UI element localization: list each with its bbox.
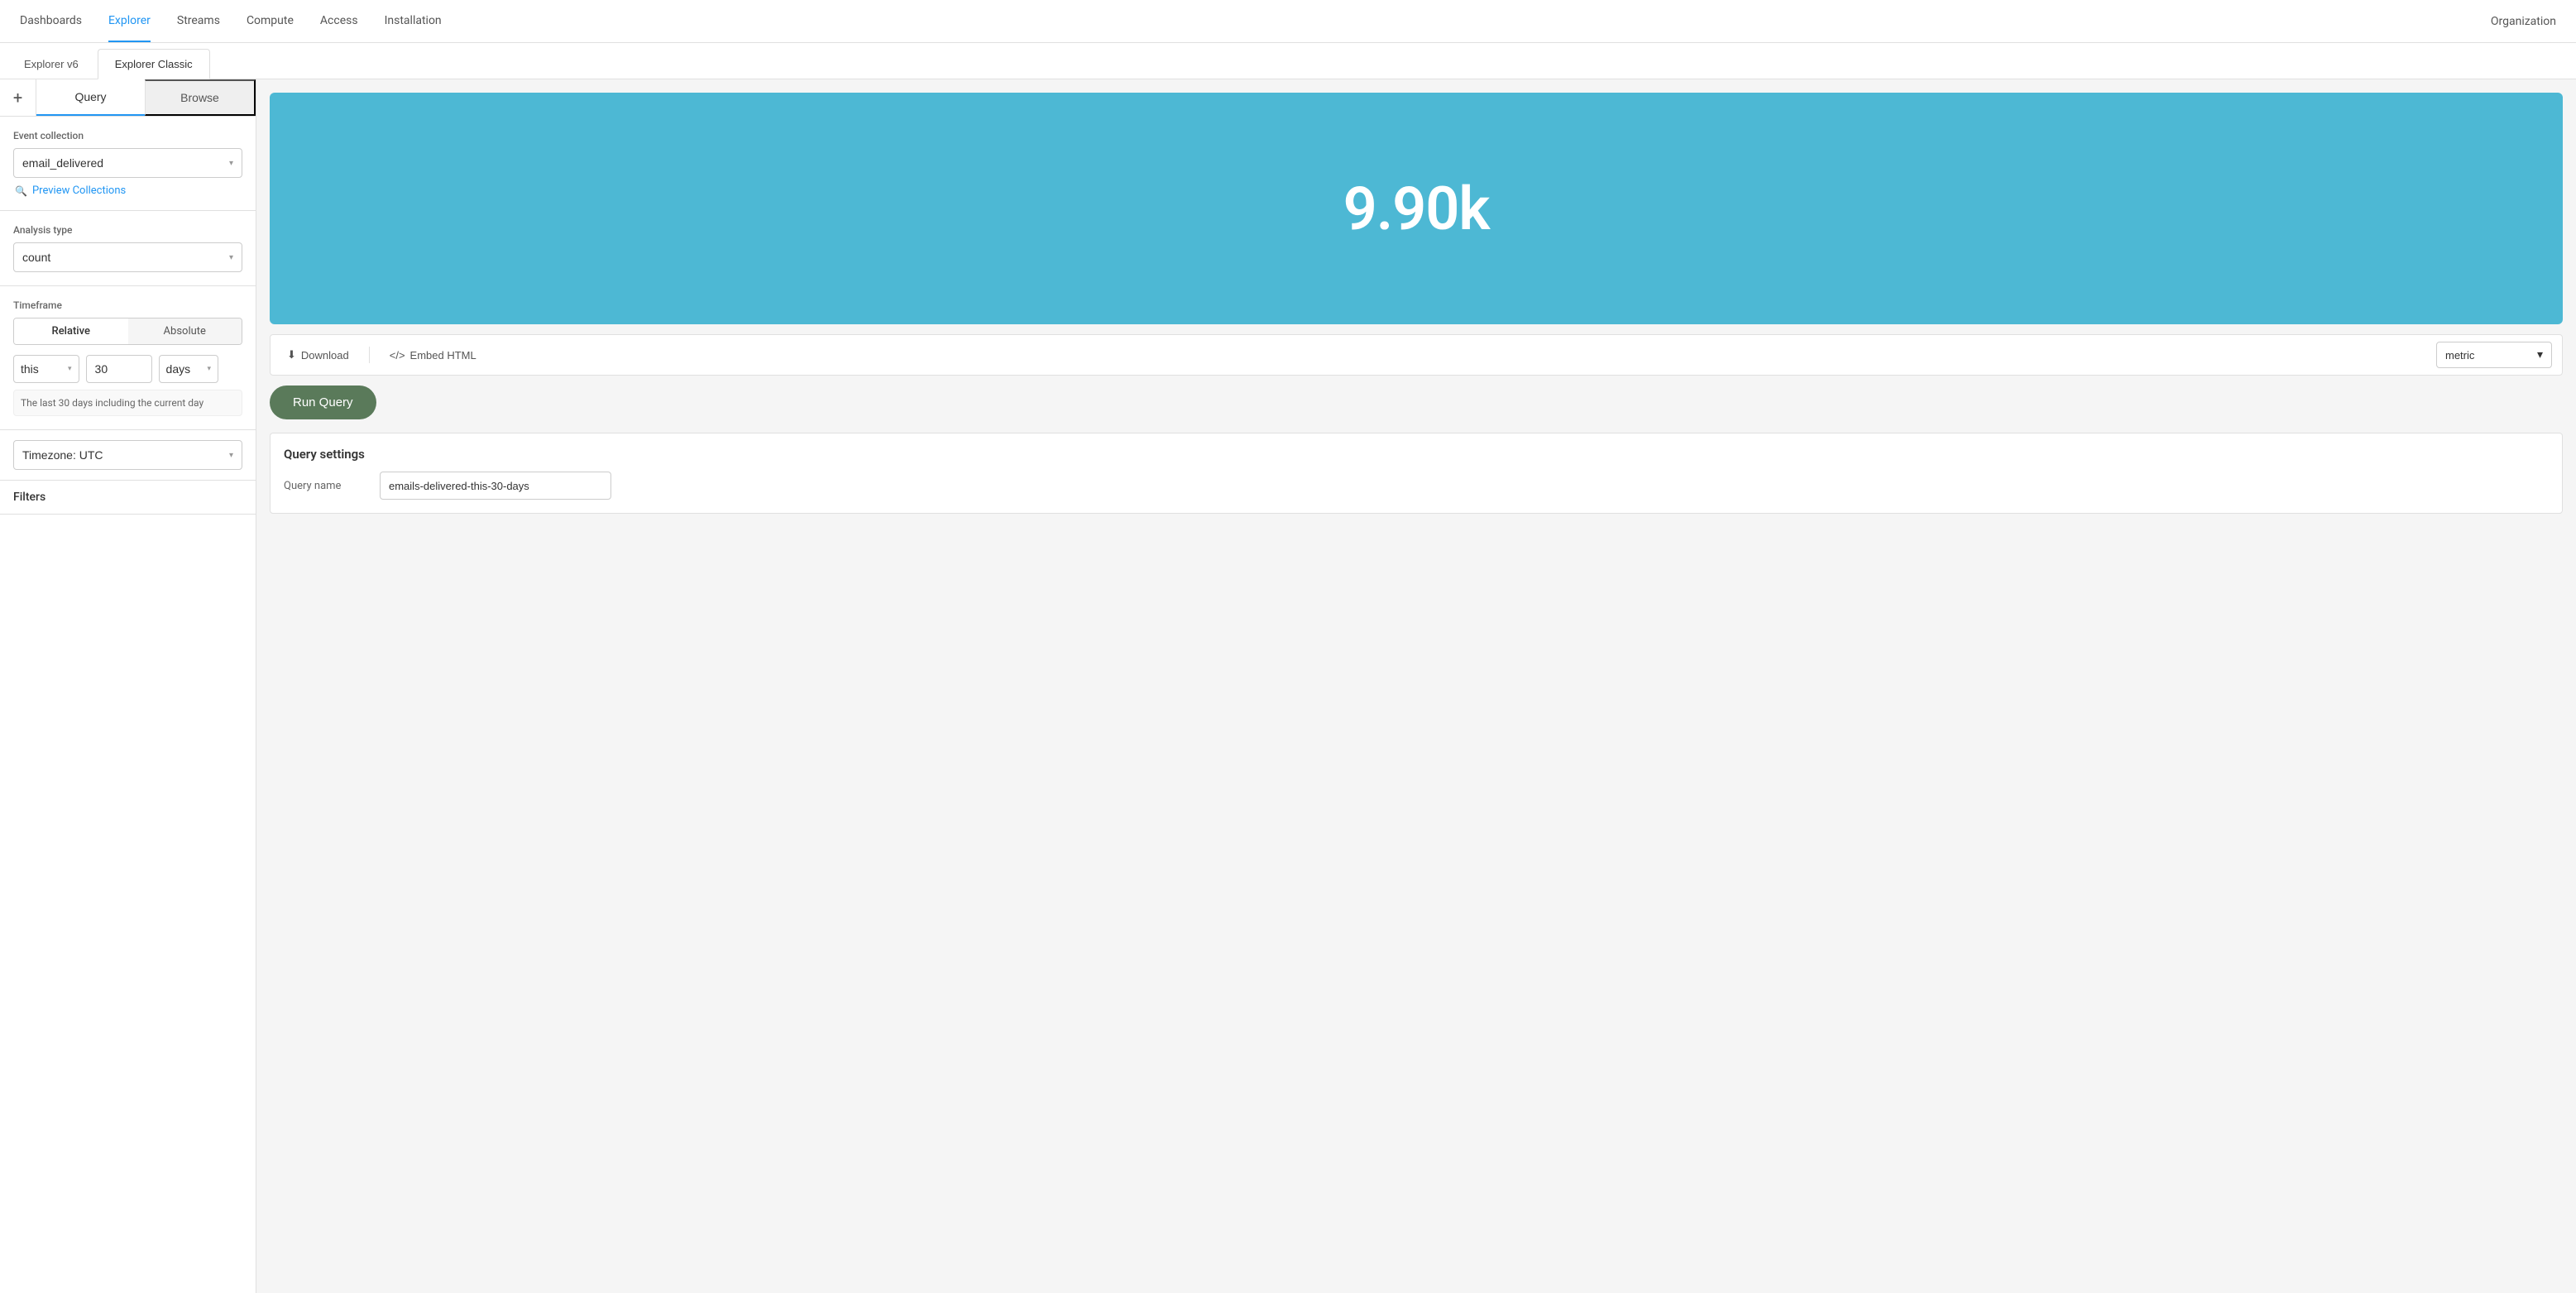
query-settings-title: Query settings bbox=[284, 447, 2549, 462]
query-name-input[interactable] bbox=[380, 472, 611, 500]
timezone-select[interactable]: Timezone: UTC US/Eastern US/Pacific bbox=[22, 448, 229, 462]
event-collection-arrow: ▾ bbox=[229, 159, 233, 168]
timeframe-absolute-tab[interactable]: Absolute bbox=[128, 318, 242, 344]
analysis-type-select-wrapper[interactable]: count sum average maximum minimum ▾ bbox=[13, 242, 242, 272]
nav-access[interactable]: Access bbox=[320, 1, 358, 42]
timeframe-relative-tab[interactable]: Relative bbox=[14, 318, 128, 344]
nav-installation[interactable]: Installation bbox=[385, 1, 442, 42]
query-tab[interactable]: Query bbox=[36, 79, 145, 116]
sub-tabs: Explorer v6 Explorer Classic bbox=[0, 43, 2576, 79]
toolbar-divider-1 bbox=[369, 347, 370, 363]
browse-tab[interactable]: Browse bbox=[145, 79, 256, 116]
nav-streams[interactable]: Streams bbox=[177, 1, 220, 42]
nav-items: Dashboards Explorer Streams Compute Acce… bbox=[20, 1, 2491, 42]
viz-select-wrapper[interactable]: metric line chart bar chart table ▾ bbox=[2436, 342, 2552, 368]
event-collection-label: Event collection bbox=[13, 130, 242, 141]
event-collection-section: Event collection email_delivered email_o… bbox=[0, 117, 256, 211]
days-arrow: ▾ bbox=[208, 365, 212, 373]
nav-compute[interactable]: Compute bbox=[247, 1, 294, 42]
query-browse-bar: + Query Browse bbox=[0, 79, 256, 117]
download-icon: ⬇ bbox=[287, 348, 296, 362]
left-panel: + Query Browse Event collection email_de… bbox=[0, 79, 256, 1293]
query-name-label: Query name bbox=[284, 480, 366, 492]
event-collection-select[interactable]: email_delivered email_opened email_click… bbox=[22, 156, 229, 170]
relative-row: this previous last ▾ days weeks months y… bbox=[13, 355, 242, 383]
this-select-wrapper[interactable]: this previous last ▾ bbox=[13, 355, 79, 383]
filters-section: Filters bbox=[0, 481, 256, 515]
viz-arrow: ▾ bbox=[2537, 348, 2543, 362]
this-select[interactable]: this previous last bbox=[21, 362, 65, 376]
tab-explorer-classic[interactable]: Explorer Classic bbox=[98, 49, 210, 79]
nav-dashboards[interactable]: Dashboards bbox=[20, 1, 82, 42]
days-select[interactable]: days weeks months years bbox=[166, 362, 204, 376]
analysis-type-label: Analysis type bbox=[13, 224, 242, 236]
download-label: Download bbox=[301, 349, 349, 362]
viz-select[interactable]: metric line chart bar chart table bbox=[2445, 349, 2537, 362]
search-icon: 🔍 bbox=[15, 185, 27, 197]
analysis-type-select[interactable]: count sum average maximum minimum bbox=[22, 251, 229, 264]
embed-icon: </> bbox=[390, 349, 405, 362]
main-layout: + Query Browse Event collection email_de… bbox=[0, 79, 2576, 1293]
timezone-section: Timezone: UTC US/Eastern US/Pacific ▾ bbox=[0, 430, 256, 481]
right-panel: 9.90k ⬇ Download </> Embed HTML metric l… bbox=[256, 79, 2576, 1293]
event-collection-select-wrapper[interactable]: email_delivered email_opened email_click… bbox=[13, 148, 242, 178]
nav-explorer[interactable]: Explorer bbox=[108, 1, 151, 42]
embed-html-label: Embed HTML bbox=[410, 349, 476, 362]
this-arrow: ▾ bbox=[68, 365, 72, 373]
query-settings: Query settings Query name bbox=[270, 433, 2563, 514]
download-button[interactable]: ⬇ Download bbox=[280, 345, 356, 365]
timeframe-number-input[interactable] bbox=[86, 355, 152, 383]
days-select-wrapper[interactable]: days weeks months years ▾ bbox=[159, 355, 219, 383]
tab-explorer-v6[interactable]: Explorer v6 bbox=[7, 49, 96, 79]
settings-row: Query name bbox=[284, 472, 2549, 500]
top-nav: Dashboards Explorer Streams Compute Acce… bbox=[0, 0, 2576, 43]
plus-button[interactable]: + bbox=[0, 79, 36, 116]
timeframe-tabs: Relative Absolute bbox=[13, 318, 242, 345]
timezone-select-wrapper[interactable]: Timezone: UTC US/Eastern US/Pacific ▾ bbox=[13, 440, 242, 470]
metric-display: 9.90k bbox=[270, 93, 2563, 324]
metric-toolbar: ⬇ Download </> Embed HTML metric line ch… bbox=[270, 334, 2563, 376]
metric-value: 9.90k bbox=[1343, 174, 1490, 244]
nav-organization[interactable]: Organization bbox=[2491, 15, 2556, 28]
timeframe-section: Timeframe Relative Absolute this previou… bbox=[0, 286, 256, 430]
embed-html-button[interactable]: </> Embed HTML bbox=[383, 346, 483, 365]
timeframe-hint: The last 30 days including the current d… bbox=[13, 390, 242, 416]
analysis-type-section: Analysis type count sum average maximum … bbox=[0, 211, 256, 286]
filters-label: Filters bbox=[13, 491, 45, 504]
preview-collections-label: Preview Collections bbox=[32, 184, 126, 197]
preview-collections-btn[interactable]: 🔍 Preview Collections bbox=[13, 184, 242, 197]
run-query-button[interactable]: Run Query bbox=[270, 386, 376, 419]
timeframe-label: Timeframe bbox=[13, 299, 242, 311]
analysis-type-arrow: ▾ bbox=[229, 253, 233, 262]
timezone-arrow: ▾ bbox=[229, 451, 233, 460]
